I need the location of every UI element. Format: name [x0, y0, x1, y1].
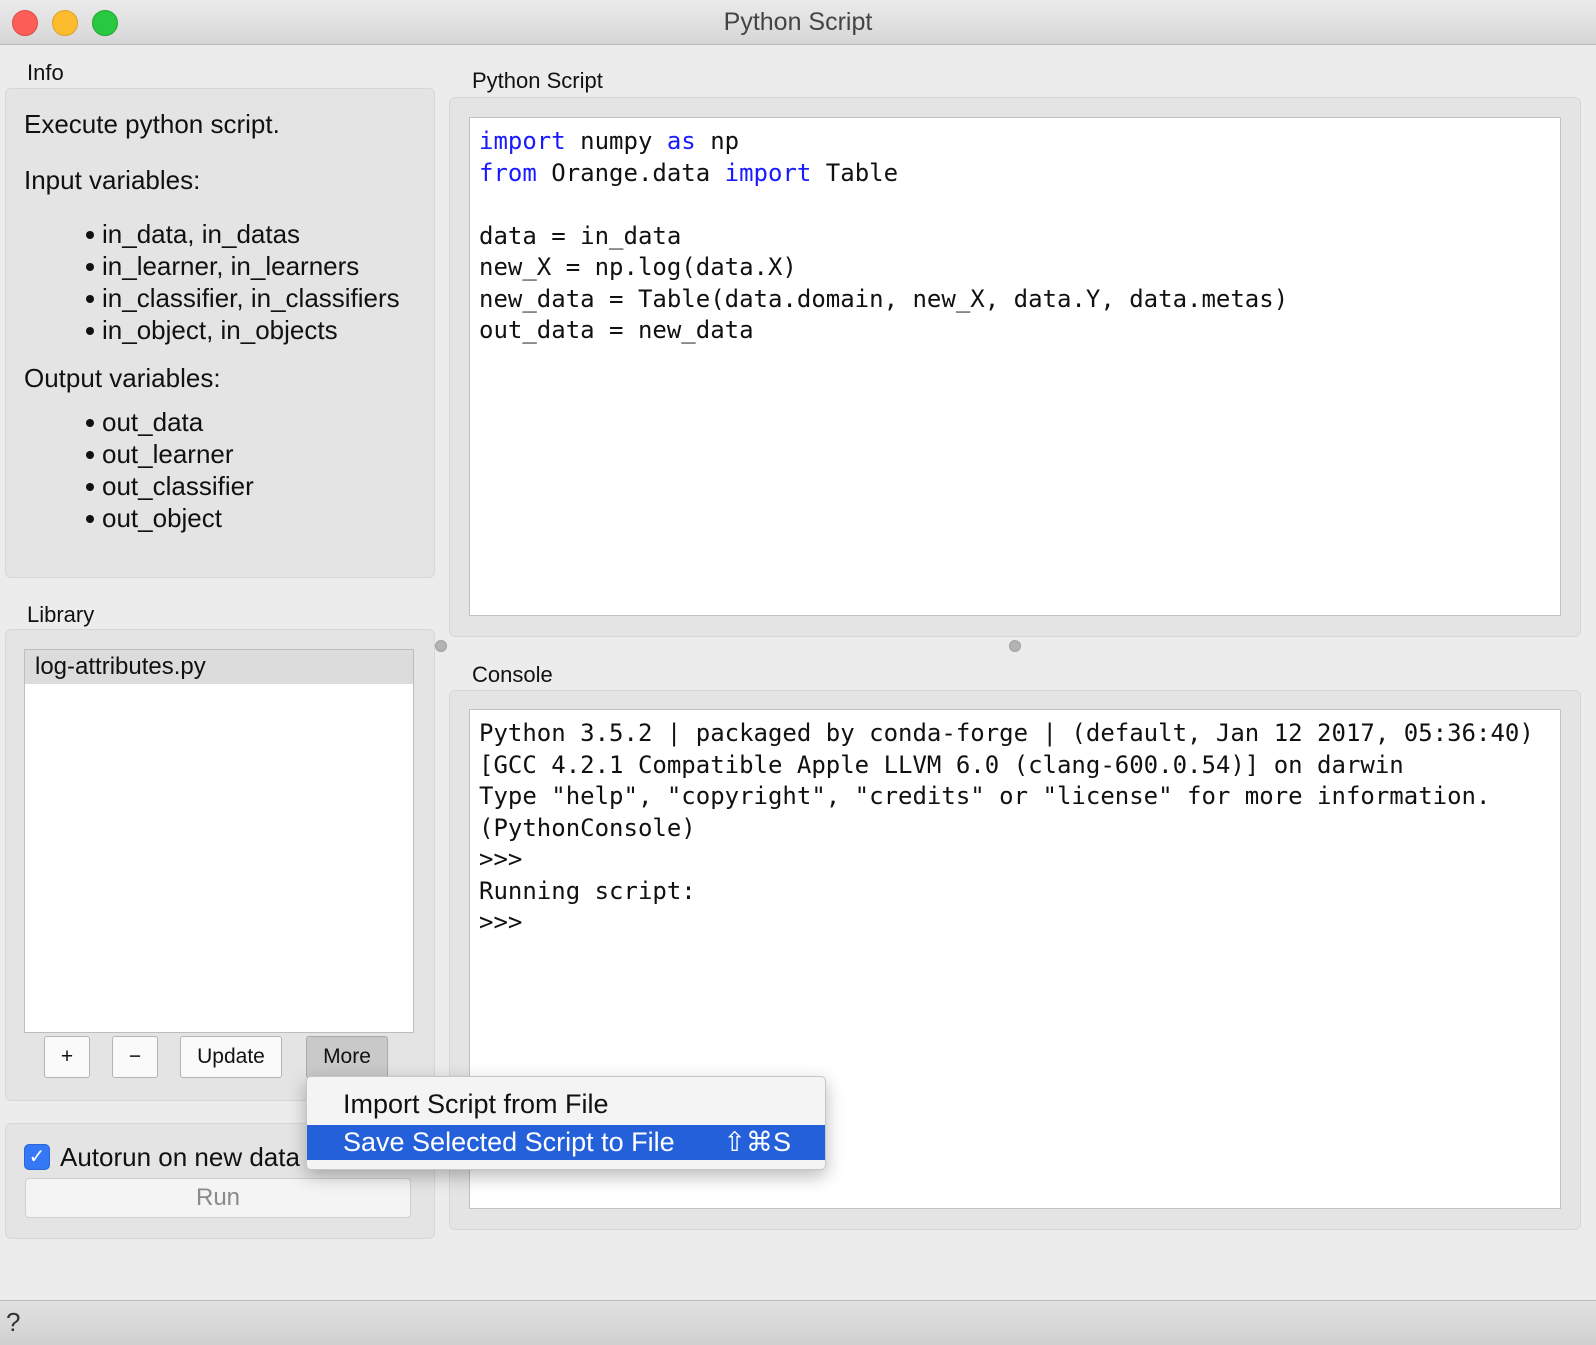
output-variable-item: out_data [84, 406, 400, 438]
output-variables-heading: Output variables: [24, 363, 221, 393]
window-title: Python Script [723, 8, 873, 36]
output-variable-item: out_learner [84, 438, 400, 470]
code-line: out_data = new_data [479, 316, 754, 344]
import-script-menu-item[interactable]: Import Script from File [307, 1087, 825, 1122]
console-line: >>> [479, 845, 523, 873]
script-code: import numpy as np from Orange.data impor… [479, 126, 1288, 347]
menu-item-shortcut: ⇧⌘S [723, 1127, 791, 1157]
menu-item-label: Import Script from File [343, 1089, 609, 1119]
checkmark-icon: ✓ [28, 1146, 46, 1168]
input-variable-item: in_object, in_objects [84, 314, 400, 346]
console-line: [GCC 4.2.1 Compatible Apple LLVM 6.0 (cl… [479, 750, 1404, 779]
update-script-button[interactable]: Update [180, 1036, 282, 1078]
run-button[interactable]: Run [25, 1178, 411, 1218]
left-splitter-handle[interactable] [435, 640, 447, 652]
autorun-checkbox[interactable]: ✓ [24, 1144, 50, 1170]
script-label: Python Script [472, 68, 603, 93]
info-label: Info [27, 60, 64, 85]
input-variables-list: in_data, in_datas in_learner, in_learners… [84, 218, 400, 346]
editor-console-splitter-handle[interactable] [1009, 640, 1021, 652]
library-list[interactable]: log-attributes.py [24, 649, 414, 1033]
library-list-item[interactable]: log-attributes.py [25, 650, 413, 684]
input-variables-heading: Input variables: [24, 165, 201, 195]
output-variables-list: out_data out_learner out_classifier out_obj… [84, 406, 400, 534]
input-variable-item: in_data, in_datas [84, 218, 400, 250]
input-variable-item: in_classifier, in_classifiers [84, 282, 400, 314]
console-line: >>> [479, 908, 523, 936]
add-script-button[interactable]: + [44, 1036, 90, 1078]
more-button[interactable]: More [306, 1036, 388, 1078]
console-line: Type "help", "copyright", "credits" or "… [479, 782, 1491, 810]
remove-script-button[interactable]: − [112, 1036, 158, 1078]
title-bar: Python Script [0, 0, 1596, 45]
code-line: from Orange.data import Table [479, 158, 899, 187]
save-script-menu-item[interactable]: Save Selected Script to File ⇧⌘S [307, 1125, 825, 1160]
output-variable-item: out_object [84, 502, 400, 534]
console-label: Console [472, 662, 553, 687]
script-editor[interactable]: import numpy as np from Orange.data impor… [469, 117, 1561, 616]
code-line: data = in_data [479, 221, 682, 250]
input-variable-item: in_learner, in_learners [84, 250, 400, 282]
code-line: import numpy as np [479, 127, 740, 155]
autorun-label: Autorun on new data [60, 1142, 300, 1172]
output-variable-item: out_classifier [84, 470, 400, 502]
console-text: Python 3.5.2 | packaged by conda-forge |… [479, 718, 1534, 939]
library-label: Library [27, 602, 95, 627]
code-line: new_data = Table(data.domain, new_X, dat… [479, 284, 1289, 313]
info-description: Execute python script. [24, 109, 280, 139]
code-line: new_X = np.log(data.X) [479, 253, 797, 281]
console-line: Python 3.5.2 | packaged by conda-forge |… [479, 719, 1534, 747]
console-line: Running script: [479, 876, 696, 905]
info-content: Execute python script. Input variables: … [24, 106, 400, 534]
console-line: (PythonConsole) [479, 813, 696, 842]
question-icon[interactable]: ? [6, 1307, 20, 1338]
menu-item-label: Save Selected Script to File [343, 1127, 675, 1157]
status-bar: ? [0, 1300, 1596, 1345]
more-dropdown-menu: Import Script from File Save Selected Sc… [306, 1076, 826, 1170]
